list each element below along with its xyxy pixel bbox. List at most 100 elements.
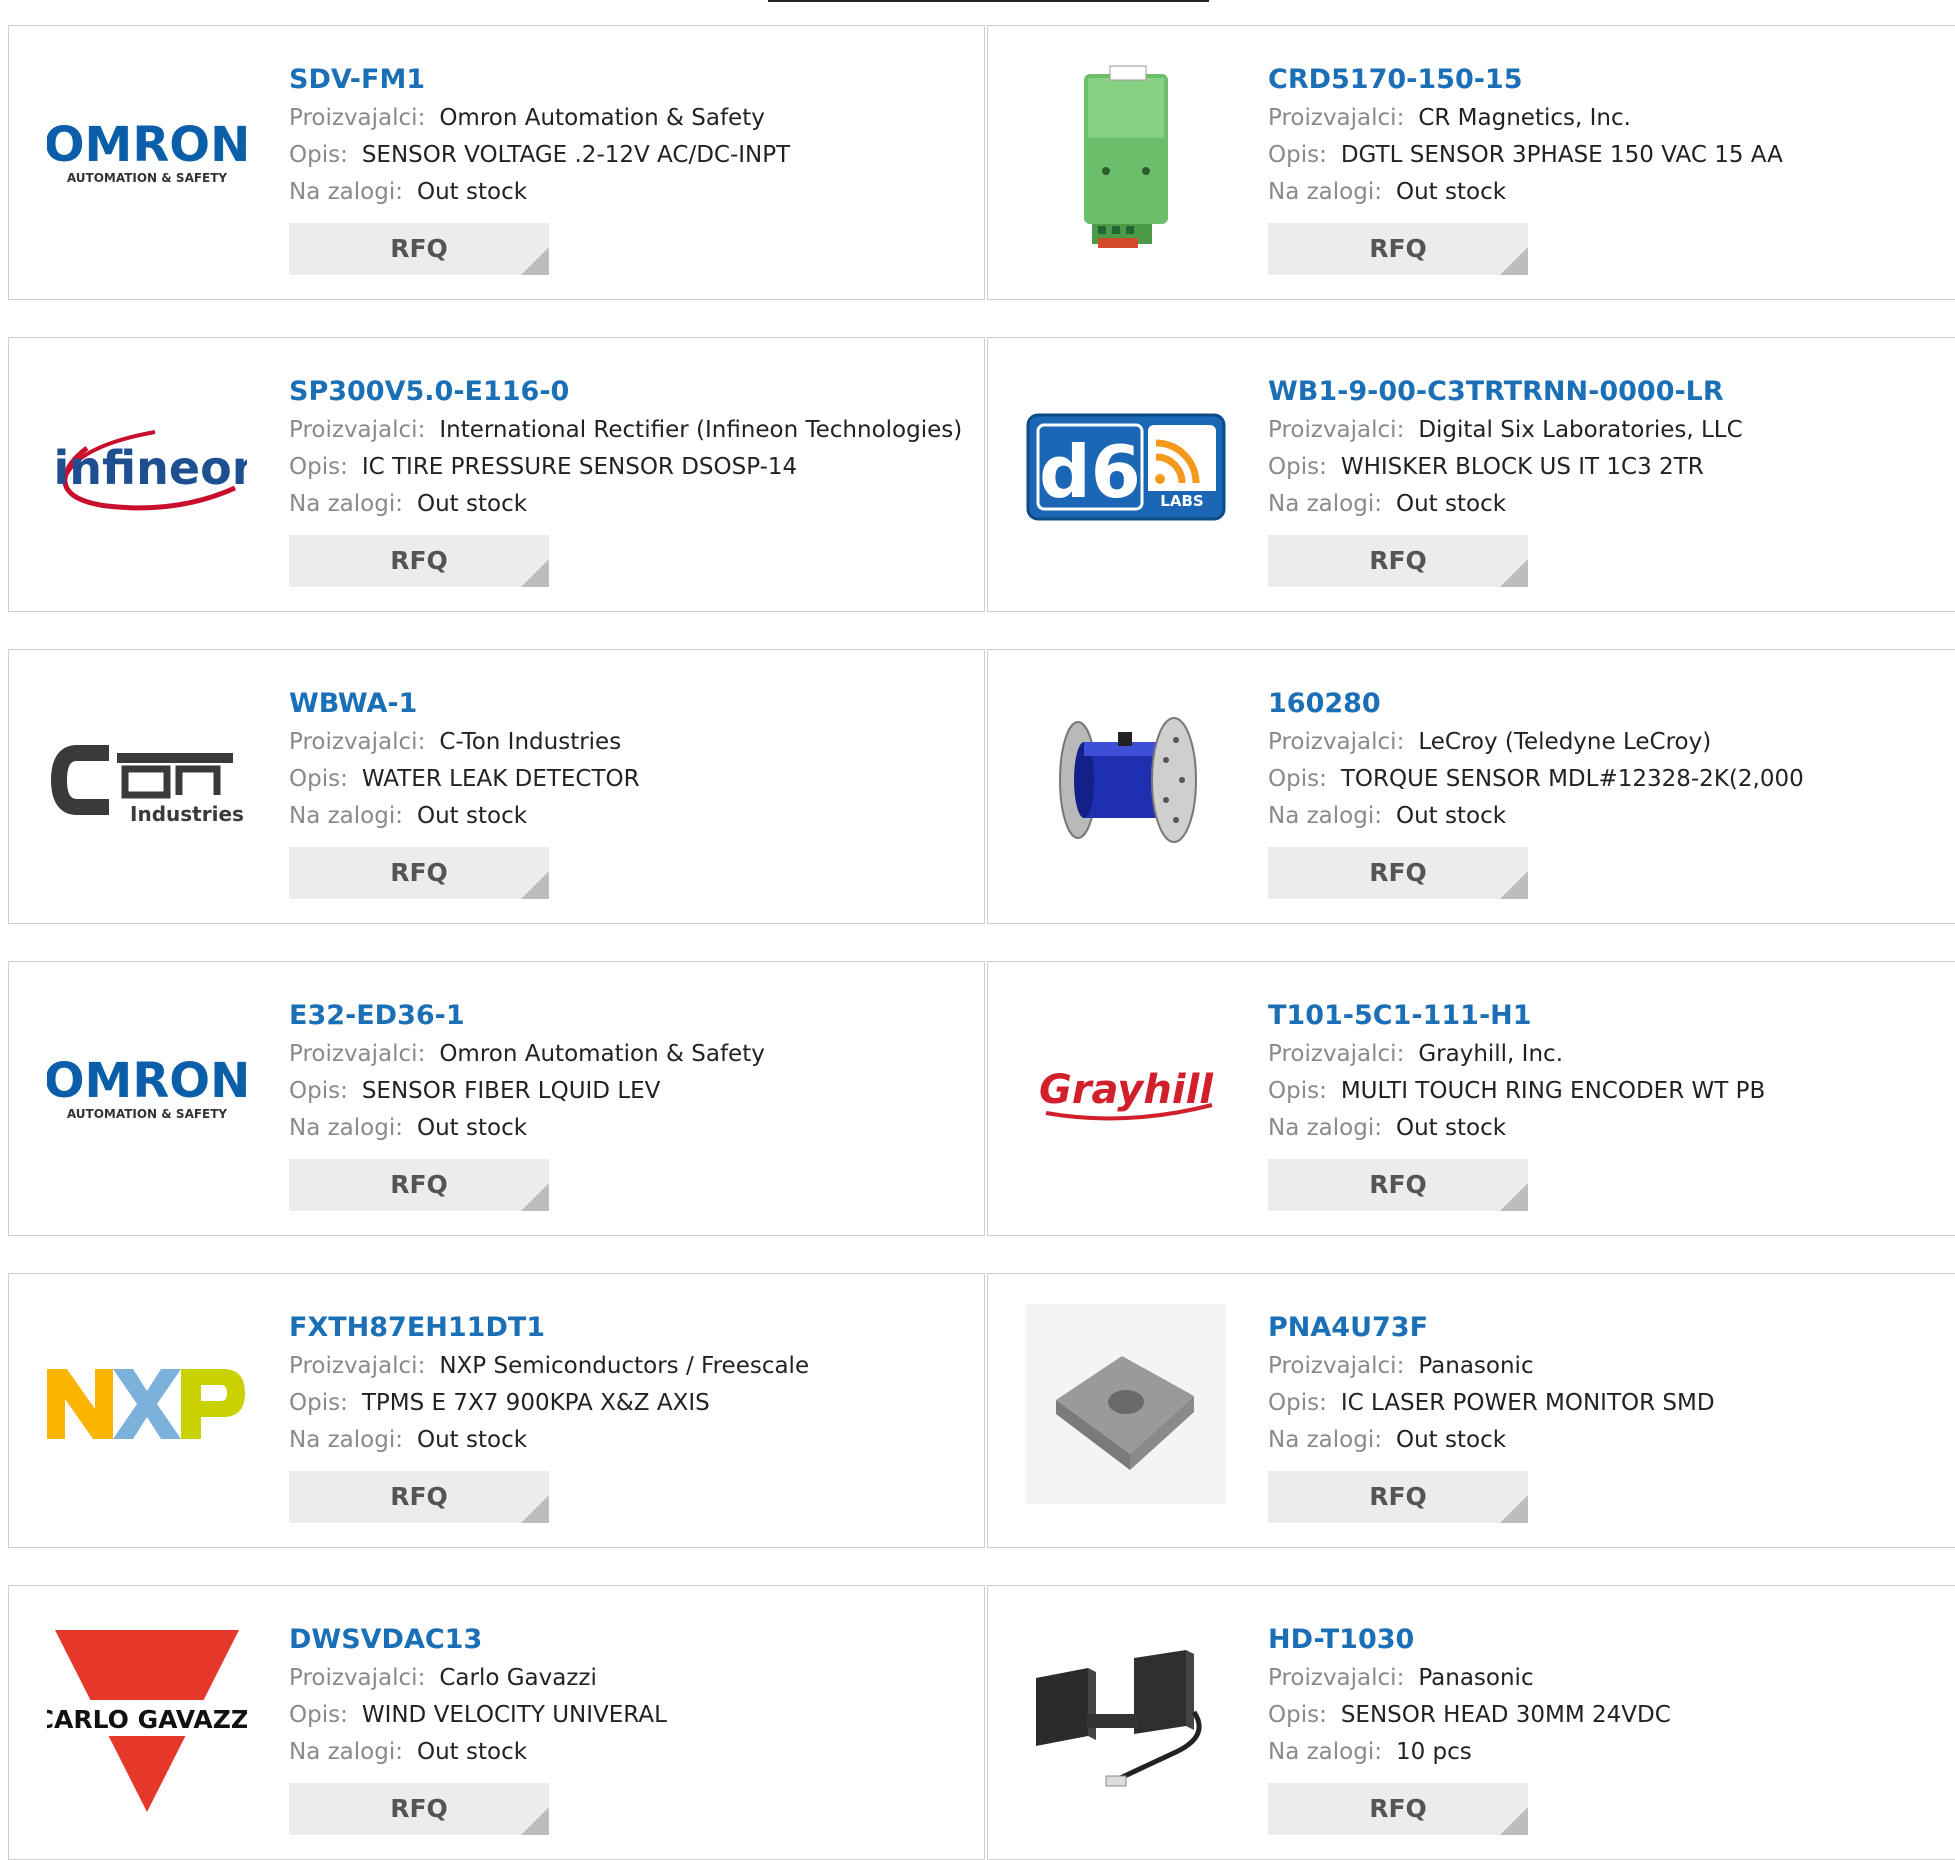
stock-row: Na zalogi: Out stock [289, 1739, 528, 1765]
corner-triangle-icon [1500, 871, 1528, 899]
grayhill-logo: Grayhill [1026, 992, 1226, 1192]
rfq-button[interactable]: RFQ [1268, 1159, 1528, 1211]
product-part-link[interactable]: HD-T1030 [1268, 1620, 1953, 1660]
corner-triangle-icon [1500, 1495, 1528, 1523]
corner-triangle-icon [521, 1183, 549, 1211]
stock-row: Na zalogi: Out stock [289, 1115, 528, 1141]
stock-row: Na zalogi: 10 pcs [1268, 1739, 1472, 1765]
product-card: infineon SP300V5.0-E116-0 Proizvajalci: I… [8, 337, 985, 612]
manufacturer-row: Proizvajalci: Panasonic [1268, 1665, 1534, 1691]
product-card: 160280 Proizvajalci: LeCroy (Teledyne LeC… [987, 649, 1955, 924]
product-card: OMRON AUTOMATION & SAFETY E32-ED36-1 Pro… [8, 961, 985, 1236]
description-row: Opis: SENSOR HEAD 30MM 24VDC [1268, 1702, 1671, 1728]
torque-sensor-photo [1026, 680, 1226, 880]
manufacturer-row: Proizvajalci: C-Ton Industries [289, 729, 622, 755]
product-card: FXTH87EH11DT1 Proizvajalci: NXP Semicondu… [8, 1273, 985, 1548]
svg-text:infineon: infineon [54, 441, 247, 495]
sensor-head-photo [1026, 1616, 1226, 1816]
corner-triangle-icon [1500, 1183, 1528, 1211]
product-part-link[interactable]: SDV-FM1 [289, 60, 974, 100]
description-row: Opis: SENSOR FIBER LQUID LEV [289, 1078, 661, 1104]
corner-triangle-icon [1500, 247, 1528, 275]
product-card: Grayhill T101-5C1-111-H1 Proizvajalci: Gr… [987, 961, 1955, 1236]
product-part-link[interactable]: DWSVDAC13 [289, 1620, 974, 1660]
manufacturer-row: Proizvajalci: NXP Semiconductors / Freesc… [289, 1353, 810, 1379]
rfq-button[interactable]: RFQ [289, 223, 549, 275]
manufacturer-row: Proizvajalci: LeCroy (Teledyne LeCroy) [1268, 729, 1712, 755]
carlo-gavazzi-logo: CARLO GAVAZZI [47, 1616, 247, 1816]
stock-row: Na zalogi: Out stock [1268, 179, 1507, 205]
product-part-link[interactable]: WBWA-1 [289, 684, 974, 724]
rfq-button[interactable]: RFQ [1268, 1471, 1528, 1523]
product-part-link[interactable]: FXTH87EH11DT1 [289, 1308, 974, 1348]
manufacturer-row: Proizvajalci: Carlo Gavazzi [289, 1665, 597, 1691]
nxp-logo [47, 1304, 247, 1504]
description-row: Opis: TPMS E 7X7 900KPA X&Z AXIS [289, 1390, 710, 1416]
corner-triangle-icon [1500, 559, 1528, 587]
rfq-button[interactable]: RFQ [1268, 535, 1528, 587]
laser-chip-photo [1026, 1304, 1226, 1504]
product-part-link[interactable]: E32-ED36-1 [289, 996, 974, 1036]
description-row: Opis: SENSOR VOLTAGE .2-12V AC/DC-INPT [289, 142, 791, 168]
rfq-button[interactable]: RFQ [1268, 847, 1528, 899]
product-card: CRD5170-150-15 Proizvajalci: CR Magnetics… [987, 25, 1955, 300]
omron-logo: OMRON AUTOMATION & SAFETY [47, 56, 247, 256]
stock-row: Na zalogi: Out stock [1268, 803, 1507, 829]
stock-row: Na zalogi: Out stock [1268, 1115, 1507, 1141]
omron-logo: OMRON AUTOMATION & SAFETY [47, 992, 247, 1192]
rfq-button[interactable]: RFQ [289, 1471, 549, 1523]
stock-row: Na zalogi: Out stock [1268, 491, 1507, 517]
product-part-link[interactable]: SP300V5.0-E116-0 [289, 372, 974, 412]
product-card: OMRON AUTOMATION & SAFETY SDV-FM1 Proizv… [8, 25, 985, 300]
top-divider [768, 0, 1209, 2]
corner-triangle-icon [521, 559, 549, 587]
infineon-logo: infineon [47, 368, 247, 568]
product-card: d6 LABS WB1-9-00-C3TRTRNN-0000-LR Proizv… [987, 337, 1955, 612]
corner-triangle-icon [521, 247, 549, 275]
rfq-button[interactable]: RFQ [1268, 223, 1528, 275]
manufacturer-row: Proizvajalci: Panasonic [1268, 1353, 1534, 1379]
product-card: Industries WBWA-1 Proizvajalci: C-Ton Ind… [8, 649, 985, 924]
manufacturer-row: Proizvajalci: Omron Automation & Safety [289, 1041, 765, 1067]
description-row: Opis: TORQUE SENSOR MDL#12328-2K(2,000 [1268, 766, 1804, 792]
manufacturer-row: Proizvajalci: Grayhill, Inc. [1268, 1041, 1563, 1067]
cton-logo: Industries [47, 680, 247, 880]
product-card: CARLO GAVAZZI DWSVDAC13 Proizvajalci:Car… [8, 1585, 985, 1860]
description-row: Opis: WIND VELOCITY UNIVERAL [289, 1702, 667, 1728]
svg-text:AUTOMATION & SAFETY: AUTOMATION & SAFETY [67, 1107, 228, 1121]
product-part-link[interactable]: WB1-9-00-C3TRTRNN-0000-LR [1268, 372, 1953, 412]
stock-row: Na zalogi: Out stock [289, 1427, 528, 1453]
product-part-link[interactable]: CRD5170-150-15 [1268, 60, 1953, 100]
description-row: Opis: WHISKER BLOCK US IT 1C3 2TR [1268, 454, 1704, 480]
rfq-button[interactable]: RFQ [1268, 1783, 1528, 1835]
svg-text:AUTOMATION & SAFETY: AUTOMATION & SAFETY [67, 171, 228, 185]
svg-text:OMRON: OMRON [47, 1053, 247, 1109]
product-part-link[interactable]: T101-5C1-111-H1 [1268, 996, 1953, 1036]
product-part-link[interactable]: PNA4U73F [1268, 1308, 1953, 1348]
product-card: PNA4U73F Proizvajalci: Panasonic Opis: IC … [987, 1273, 1955, 1548]
rfq-button[interactable]: RFQ [289, 1159, 549, 1211]
product-card: HD-T1030 Proizvajalci: Panasonic Opis: SEN… [987, 1585, 1955, 1860]
svg-text:Grayhill: Grayhill [1039, 1067, 1214, 1113]
svg-text:CARLO GAVAZZI: CARLO GAVAZZI [47, 1705, 247, 1734]
svg-text:d6: d6 [1039, 430, 1141, 514]
corner-triangle-icon [1500, 1807, 1528, 1835]
svg-text:OMRON: OMRON [47, 117, 247, 173]
description-row: Opis: WATER LEAK DETECTOR [289, 766, 640, 792]
rfq-button[interactable]: RFQ [289, 1783, 549, 1835]
manufacturer-row: Proizvajalci: CR Magnetics, Inc. [1268, 105, 1631, 131]
product-part-link[interactable]: 160280 [1268, 684, 1953, 724]
manufacturer-row: Proizvajalci: Digital Six Laboratories, L… [1268, 417, 1743, 443]
svg-text:Industries: Industries [130, 802, 244, 825]
stock-row: Na zalogi: Out stock [1268, 1427, 1507, 1453]
description-row: Opis: MULTI TOUCH RING ENCODER WT PB [1268, 1078, 1766, 1104]
corner-triangle-icon [521, 1807, 549, 1835]
rfq-button[interactable]: RFQ [289, 535, 549, 587]
stock-row: Na zalogi: Out stock [289, 491, 528, 517]
description-row: Opis: IC TIRE PRESSURE SENSOR DSOSP-14 [289, 454, 798, 480]
rfq-button[interactable]: RFQ [289, 847, 549, 899]
green-module-photo [1026, 56, 1226, 256]
stock-row: Na zalogi: Out stock [289, 179, 528, 205]
stock-row: Na zalogi: Out stock [289, 803, 528, 829]
corner-triangle-icon [521, 871, 549, 899]
